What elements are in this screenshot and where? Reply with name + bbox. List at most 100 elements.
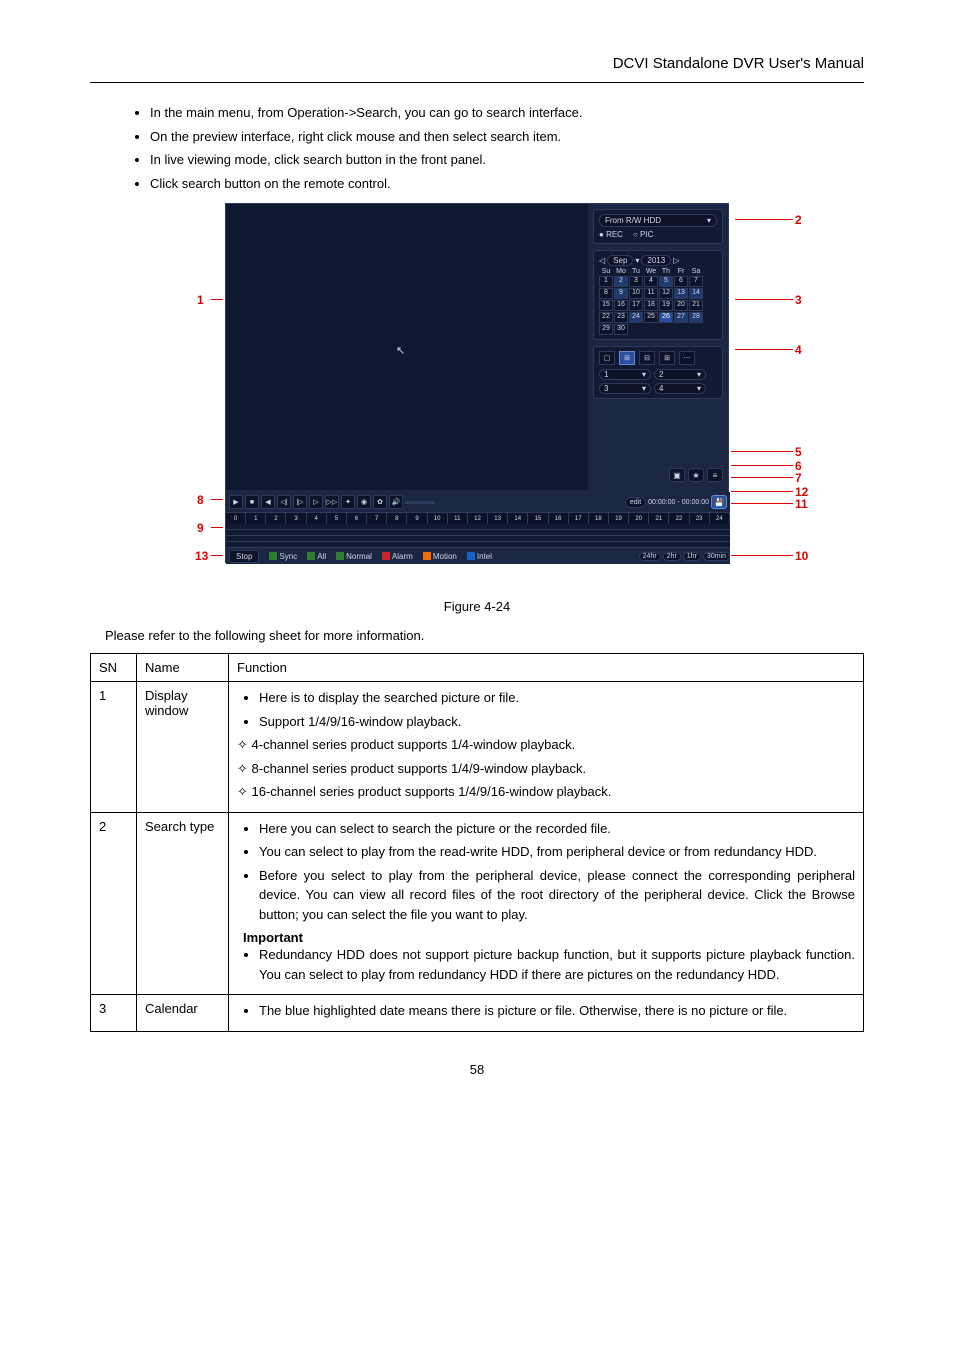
all-check[interactable]: All xyxy=(307,552,326,561)
pic-radio[interactable]: PIC xyxy=(633,230,653,239)
zoom-30min[interactable]: 30min xyxy=(703,552,730,561)
motion-check[interactable]: Motion xyxy=(423,552,457,561)
prev-month-button[interactable]: ◁ xyxy=(599,256,605,265)
slow-button[interactable]: ▷ xyxy=(309,495,323,509)
zoom-2hr[interactable]: 2hr xyxy=(663,552,681,561)
time-ruler[interactable]: 0123456789101112131415161718192021222324 xyxy=(226,512,730,524)
calendar-day[interactable]: 28 xyxy=(689,312,703,323)
intel-check[interactable]: Intel xyxy=(467,552,492,561)
calendar-day[interactable]: 19 xyxy=(659,300,673,311)
calendar-day[interactable]: 15 xyxy=(599,300,613,311)
callout-13: 13 xyxy=(195,549,208,563)
calendar-day[interactable]: 13 xyxy=(674,288,688,299)
calendar-day[interactable]: 30 xyxy=(614,324,628,335)
playback-controls: ▶ ■ ◀ ◁| |▷ ▷ ▷▷ ✦ ◉ ✿ 🔊 edit 00:00:00 -… xyxy=(226,492,730,512)
callout-3: 3 xyxy=(795,293,802,307)
smart-button[interactable]: ✦ xyxy=(341,495,355,509)
screenshot: ↖ From R/W HDD▾ REC PIC ◁ Sep ▾ 2013 ▷ xyxy=(225,203,729,563)
calendar-grid[interactable]: 1234567891011121314151617181920212223242… xyxy=(599,276,717,335)
normal-check[interactable]: Normal xyxy=(336,552,372,561)
table-row: 1 Display window Here is to display the … xyxy=(91,682,864,813)
calendar-day[interactable]: 22 xyxy=(599,312,613,323)
calendar-dow: SuMoTuWeThFrSa xyxy=(599,268,717,275)
header-rule xyxy=(90,82,864,83)
figure-container: 1 2 3 4 5 6 7 8 9 10 11 12 13 ↖ From R/W… xyxy=(127,203,827,593)
year-select[interactable]: 2013 xyxy=(641,255,671,266)
ruler-tick: 3 xyxy=(286,513,306,524)
view-more-button[interactable]: ⋯ xyxy=(679,351,695,365)
mark-button[interactable]: ★ xyxy=(688,468,704,482)
edit-button[interactable]: edit xyxy=(625,497,646,508)
calendar-day[interactable]: 18 xyxy=(644,300,658,311)
sync-check[interactable]: Sync xyxy=(269,552,297,561)
play-button[interactable]: ▶ xyxy=(229,495,243,509)
calendar-day[interactable]: 9 xyxy=(614,288,628,299)
fast-button[interactable]: ▷▷ xyxy=(325,495,339,509)
channel-3-select[interactable]: 3▾ xyxy=(599,383,651,394)
calendar-day[interactable]: 11 xyxy=(644,288,658,299)
calendar-day[interactable]: 8 xyxy=(599,288,613,299)
ruler-tick: 5 xyxy=(327,513,347,524)
calendar-day[interactable]: 24 xyxy=(629,312,643,323)
clip-sep: - xyxy=(677,499,679,506)
intro-item: Click search button on the remote contro… xyxy=(150,174,864,194)
calendar-day[interactable]: 1 xyxy=(599,276,613,287)
card-button[interactable]: ▣ xyxy=(669,468,685,482)
calendar-day[interactable]: 6 xyxy=(674,276,688,287)
alarm-check[interactable]: Alarm xyxy=(382,552,413,561)
view-9-button[interactable]: ⊟ xyxy=(639,351,655,365)
stop-button[interactable]: ■ xyxy=(245,495,259,509)
frame-next-button[interactable]: |▷ xyxy=(293,495,307,509)
calendar-day[interactable]: 16 xyxy=(614,300,628,311)
frame-prev-button[interactable]: ◁| xyxy=(277,495,291,509)
channel-1-select[interactable]: 1▾ xyxy=(599,369,651,380)
calendar-day[interactable]: 17 xyxy=(629,300,643,311)
calendar-day[interactable]: 7 xyxy=(689,276,703,287)
ruler-tick: 22 xyxy=(669,513,689,524)
calendar-day[interactable]: 2 xyxy=(614,276,628,287)
source-select[interactable]: From R/W HDD▾ xyxy=(599,214,717,227)
month-dropdown-icon[interactable]: ▾ xyxy=(635,256,639,265)
calendar-day[interactable]: 4 xyxy=(644,276,658,287)
time-bars[interactable] xyxy=(226,524,730,548)
view-16-button[interactable]: ⊞ xyxy=(659,351,675,365)
zoom-24hr[interactable]: 24hr xyxy=(639,552,661,561)
next-month-button[interactable]: ▷ xyxy=(673,256,679,265)
chevron-down-icon: ▾ xyxy=(697,384,701,393)
back-button[interactable]: ◀ xyxy=(261,495,275,509)
month-select[interactable]: Sep xyxy=(607,255,633,266)
zoom-1hr[interactable]: 1hr xyxy=(683,552,701,561)
view-4-button[interactable]: ⊞ xyxy=(619,351,635,365)
callout-line-11 xyxy=(731,503,793,504)
calendar-day[interactable]: 3 xyxy=(629,276,643,287)
rec-radio[interactable]: REC xyxy=(599,230,623,239)
cell-bullet: The blue highlighted date means there is… xyxy=(259,1001,855,1021)
vol-button[interactable]: 🔊 xyxy=(389,495,403,509)
display-window[interactable]: ↖ xyxy=(226,204,588,490)
cell-function: The blue highlighted date means there is… xyxy=(229,995,864,1032)
calendar-day[interactable]: 27 xyxy=(674,312,688,323)
calendar-day[interactable]: 5 xyxy=(659,276,673,287)
calendar-day[interactable]: 12 xyxy=(659,288,673,299)
table-row: 2 Search type Here you can select to sea… xyxy=(91,812,864,995)
calendar-day[interactable]: 20 xyxy=(674,300,688,311)
channel-4-select[interactable]: 4▾ xyxy=(654,383,706,394)
calendar-day[interactable]: 21 xyxy=(689,300,703,311)
stop-button-2[interactable]: Stop xyxy=(229,550,259,563)
clip-save-button[interactable]: 💾 xyxy=(711,495,727,509)
callout-11: 11 xyxy=(795,497,808,511)
mark-add-button[interactable]: ✿ xyxy=(373,495,387,509)
calendar-day[interactable]: 23 xyxy=(614,312,628,323)
calendar-day[interactable]: 29 xyxy=(599,324,613,335)
ruler-tick: 1 xyxy=(246,513,266,524)
volume-slider[interactable] xyxy=(405,501,435,504)
cell-diamond: 16-channel series product supports 1/4/9… xyxy=(259,782,855,802)
calendar-day[interactable]: 14 xyxy=(689,288,703,299)
channel-2-select[interactable]: 2▾ xyxy=(654,369,706,380)
calendar-day[interactable]: 26 xyxy=(659,312,673,323)
calendar-day[interactable]: 25 xyxy=(644,312,658,323)
view-1-button[interactable]: ▢ xyxy=(599,351,615,365)
snap-button[interactable]: ◉ xyxy=(357,495,371,509)
file-list-button[interactable]: ≡ xyxy=(707,468,723,482)
calendar-day[interactable]: 10 xyxy=(629,288,643,299)
